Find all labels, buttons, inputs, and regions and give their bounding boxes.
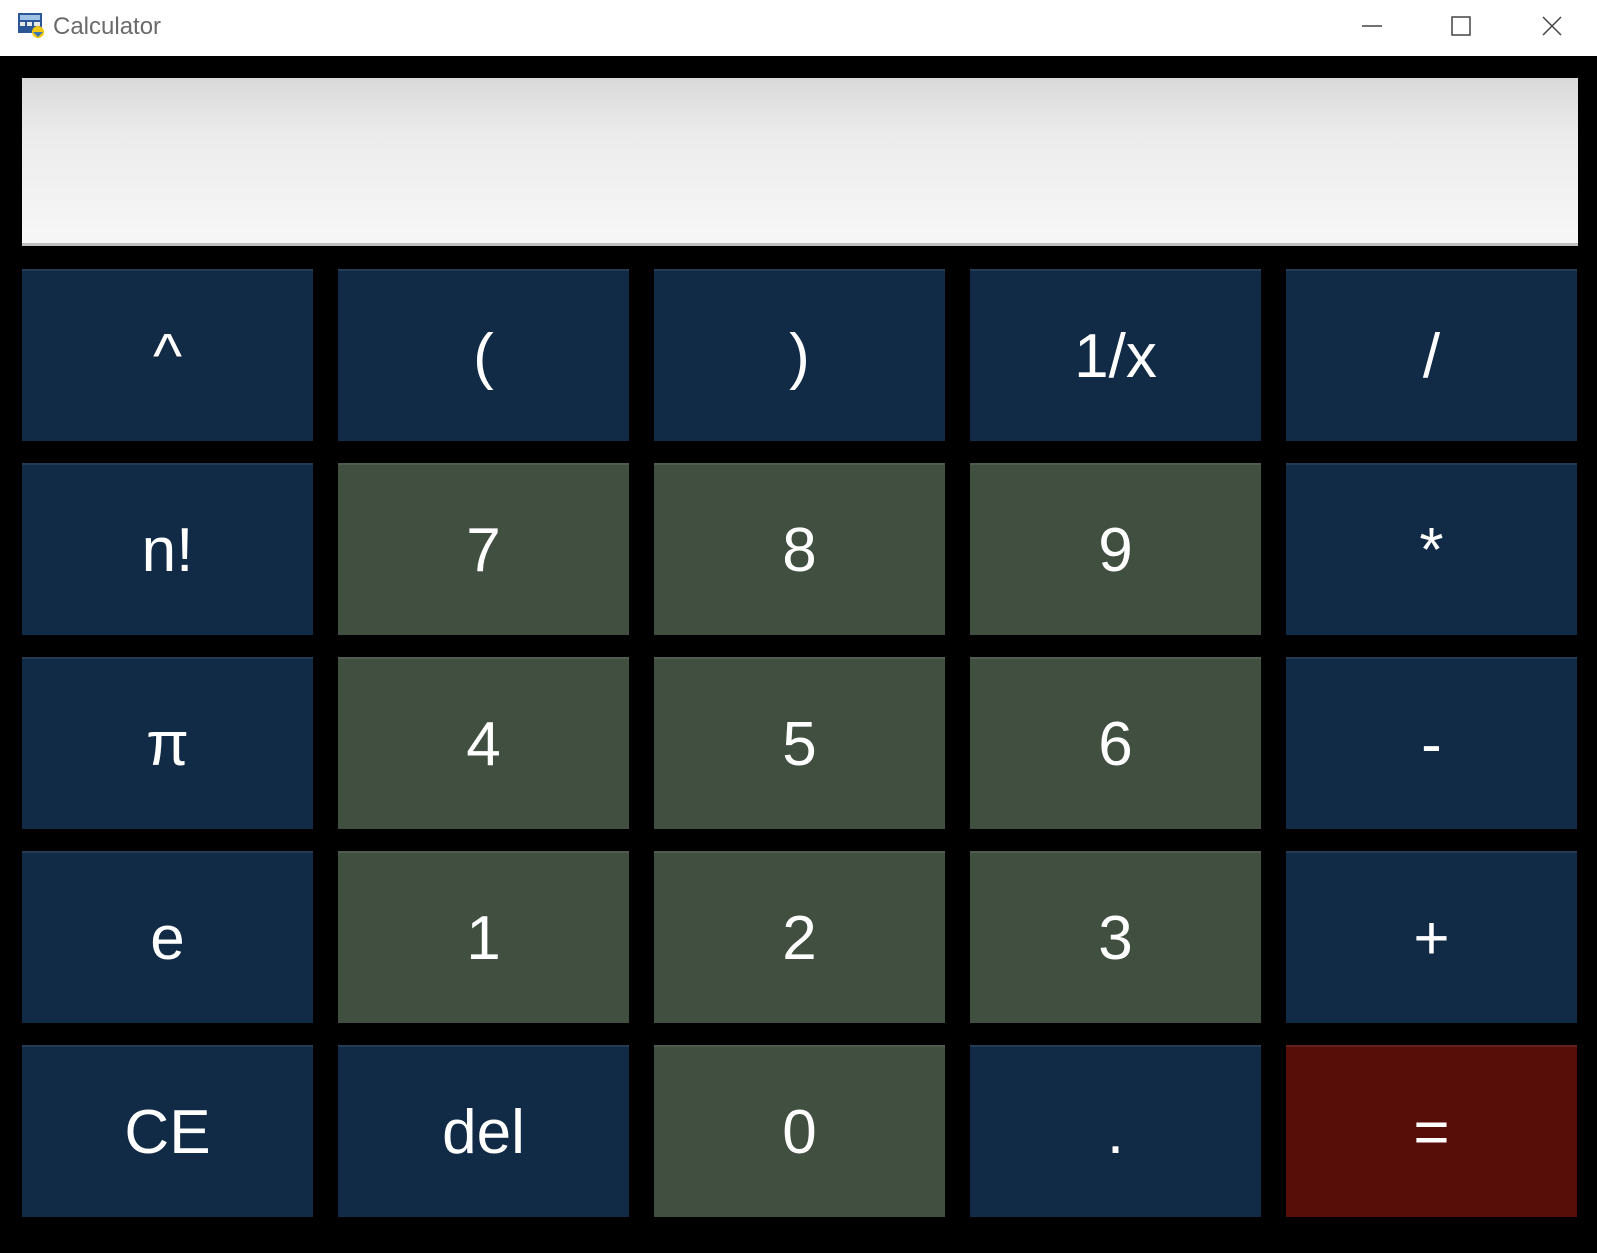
digit-6-button[interactable]: 6: [970, 657, 1261, 829]
pi-button[interactable]: π: [22, 657, 313, 829]
power-button[interactable]: ^: [22, 269, 313, 441]
factorial-button[interactable]: n!: [22, 463, 313, 635]
divide-button[interactable]: /: [1286, 269, 1577, 441]
digit-2-button[interactable]: 2: [654, 851, 945, 1023]
window-title: Calculator: [53, 13, 162, 40]
open-paren-button[interactable]: (: [338, 269, 629, 441]
add-button[interactable]: +: [1286, 851, 1577, 1023]
close-button[interactable]: [1507, 0, 1597, 52]
digit-0-button[interactable]: 0: [654, 1045, 945, 1217]
delete-button[interactable]: del: [338, 1045, 629, 1217]
maximize-button[interactable]: [1416, 0, 1506, 52]
multiply-button[interactable]: *: [1286, 463, 1577, 635]
clear-entry-button[interactable]: CE: [22, 1045, 313, 1217]
minimize-icon: [1362, 25, 1382, 27]
maximize-icon: [1451, 16, 1471, 36]
digit-5-button[interactable]: 5: [654, 657, 945, 829]
close-paren-button[interactable]: ): [654, 269, 945, 441]
minimize-button[interactable]: [1327, 0, 1417, 52]
digit-3-button[interactable]: 3: [970, 851, 1261, 1023]
digit-7-button[interactable]: 7: [338, 463, 629, 635]
reciprocal-button[interactable]: 1/x: [970, 269, 1261, 441]
keypad: ^() 1/x / n! 7 8 9 * π 4 5 6- e 1 2 3 + CE del 0. =: [22, 269, 1578, 1217]
result-display: [22, 78, 1578, 246]
digit-9-button[interactable]: 9: [970, 463, 1261, 635]
title-bar: Calculator: [0, 0, 1597, 56]
decimal-point-button[interactable]: .: [970, 1045, 1261, 1217]
euler-button[interactable]: e: [22, 851, 313, 1023]
subtract-button[interactable]: -: [1286, 657, 1577, 829]
app-icon: [17, 11, 46, 40]
calculator-body: ^() 1/x / n! 7 8 9 * π 4 5 6- e 1 2 3 + CE del 0. =: [0, 56, 1597, 1253]
equals-button[interactable]: =: [1286, 1045, 1577, 1217]
digit-8-button[interactable]: 8: [654, 463, 945, 635]
digit-4-button[interactable]: 4: [338, 657, 629, 829]
digit-1-button[interactable]: 1: [338, 851, 629, 1023]
close-icon: [1542, 16, 1562, 36]
